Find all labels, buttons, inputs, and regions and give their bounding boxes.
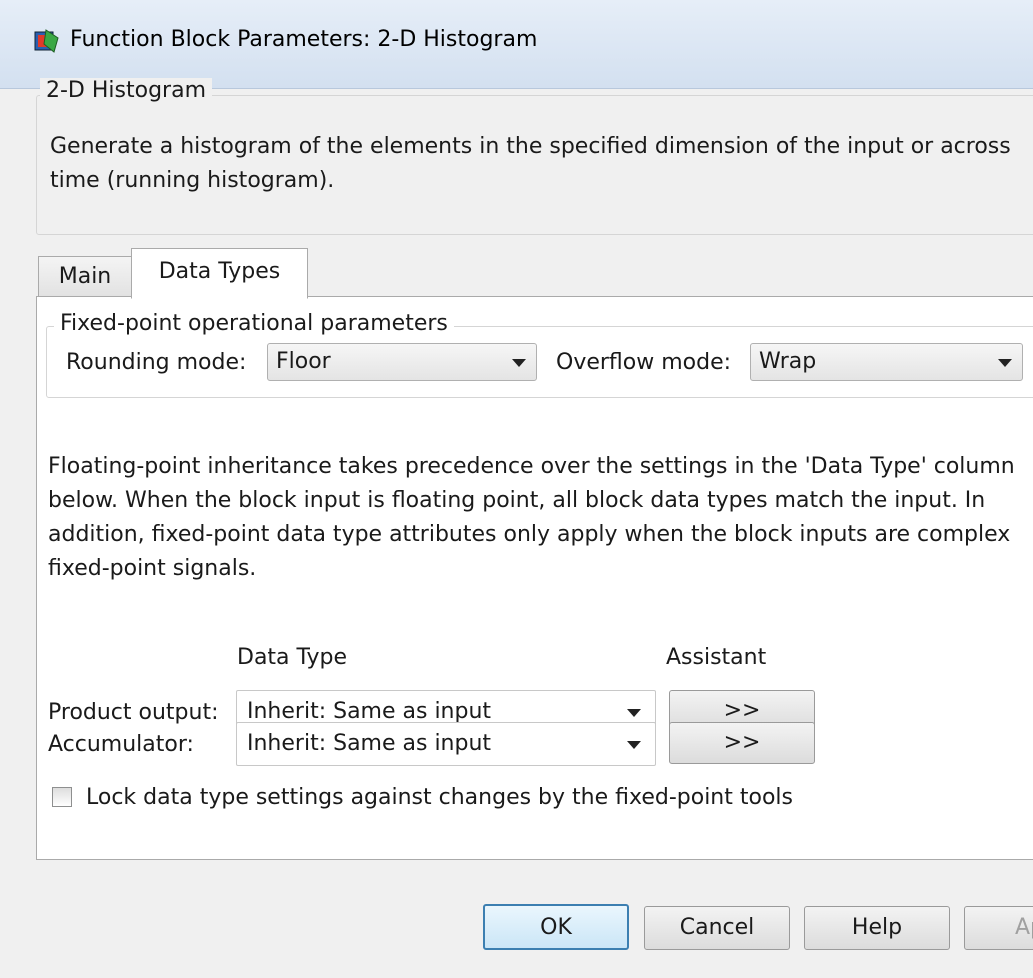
cancel-button[interactable]: Cancel xyxy=(644,906,790,950)
dialog-window: Function Block Parameters: 2-D Histogram… xyxy=(0,0,1033,978)
title-bar[interactable]: Function Block Parameters: 2-D Histogram xyxy=(0,0,1033,89)
ok-button[interactable]: OK xyxy=(483,904,629,950)
block-name-legend: 2-D Histogram xyxy=(40,78,212,103)
description-line: Generate a histogram of the elements in … xyxy=(50,134,1011,159)
help-button[interactable]: Help xyxy=(804,906,950,950)
tab-main[interactable]: Main xyxy=(38,256,132,297)
apply-button[interactable]: Apply xyxy=(964,906,1033,950)
tab-data-types[interactable]: Data Types xyxy=(131,248,308,299)
data-types-panel xyxy=(36,296,1033,860)
block-description: Generate a histogram of the elements in … xyxy=(50,130,1033,198)
window-title: Function Block Parameters: 2-D Histogram xyxy=(70,27,538,52)
description-line: time (running histogram). xyxy=(50,168,335,193)
simulink-block-icon xyxy=(34,29,59,53)
